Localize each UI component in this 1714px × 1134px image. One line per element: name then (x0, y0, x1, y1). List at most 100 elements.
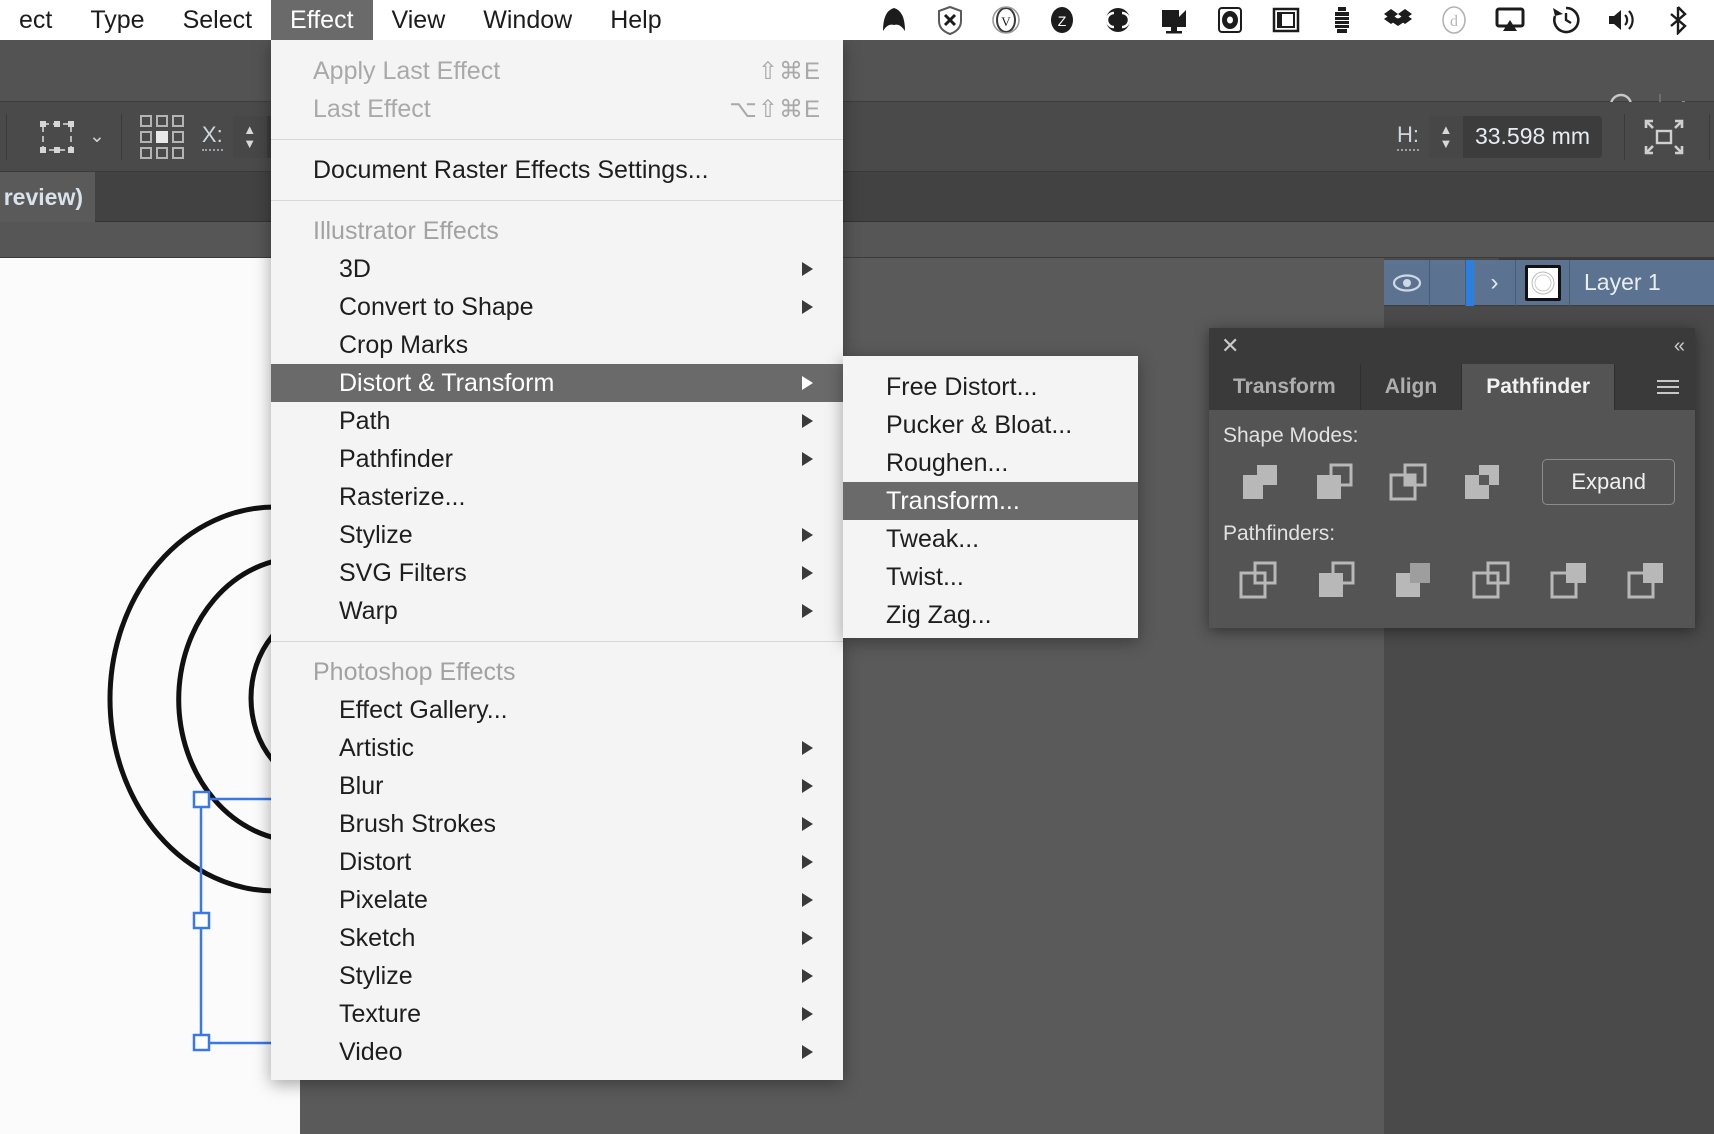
align-to-selection-icon[interactable] (1629, 117, 1699, 157)
close-icon[interactable]: ✕ (1221, 335, 1239, 357)
chevron-down-icon[interactable]: ▼ (243, 137, 256, 150)
airplay-icon[interactable] (1482, 0, 1538, 40)
reference-point-selector[interactable] (139, 114, 184, 159)
submenu-item-twist[interactable]: Twist... (843, 558, 1138, 596)
disc-icon[interactable] (1202, 0, 1258, 40)
chevron-down-icon[interactable]: ▼ (1440, 137, 1453, 150)
pathfinder-panel[interactable]: ✕ « Transform Align Pathfinder Shape Mod… (1209, 328, 1695, 628)
stepper-arrows[interactable]: ▲ ▼ (232, 115, 267, 158)
menubar-item-view[interactable]: View (373, 0, 465, 40)
shield-x-icon[interactable] (922, 0, 978, 40)
menu-item-label: Texture (339, 999, 421, 1028)
table-row[interactable]: › Layer 1 (1384, 259, 1714, 306)
menubar-item-help[interactable]: Help (591, 0, 680, 40)
layer-lock-toggle[interactable] (1430, 259, 1466, 306)
menu-item-effect-gallery[interactable]: Effect Gallery... (271, 691, 843, 729)
volume-icon[interactable] (1594, 0, 1650, 40)
layer-thumb-art (1531, 271, 1554, 294)
menu-item-texture[interactable]: Texture (271, 995, 843, 1033)
circle-bolt-icon[interactable]: Z (1034, 0, 1090, 40)
menubar-item-effect[interactable]: Effect (271, 0, 373, 40)
panel-menu-icon[interactable] (1641, 364, 1695, 410)
submenu-arrow-icon (802, 528, 813, 542)
menu-item-path[interactable]: Path (271, 402, 843, 440)
chevron-right-icon[interactable]: › (1474, 259, 1516, 306)
menu-item-document-raster-effects-settings[interactable]: Document Raster Effects Settings... (271, 151, 843, 189)
menu-item-pixelate[interactable]: Pixelate (271, 881, 843, 919)
document-tabstrip: review) (0, 172, 1714, 222)
layer-thumbnail[interactable] (1516, 259, 1570, 306)
flame-icon[interactable] (866, 0, 922, 40)
menu-item-artistic[interactable]: Artistic (271, 729, 843, 767)
menu-separator (271, 139, 843, 140)
menu-item-stylize-illustrator[interactable]: Stylize (271, 516, 843, 554)
tab-align[interactable]: Align (1360, 364, 1463, 410)
chevron-up-icon[interactable]: ▲ (243, 123, 256, 136)
distort-and-transform-submenu[interactable]: Free Distort... Pucker & Bloat... Roughe… (843, 356, 1138, 638)
outline-icon[interactable] (1530, 554, 1608, 606)
menubar-item-object[interactable]: ect (0, 0, 71, 40)
menu-item-stylize-photoshop[interactable]: Stylize (271, 957, 843, 995)
tab-pathfinder[interactable]: Pathfinder (1462, 364, 1616, 410)
menu-item-distort[interactable]: Distort (271, 843, 843, 881)
menu-item-label: Artistic (339, 733, 414, 762)
display-arrow-icon[interactable] (1146, 0, 1202, 40)
menu-item-rasterize[interactable]: Rasterize... (271, 478, 843, 516)
window-frame-icon[interactable] (1258, 0, 1314, 40)
submenu-arrow-icon (802, 817, 813, 831)
menu-item-video[interactable]: Video (271, 1033, 843, 1071)
menu-item-blur[interactable]: Blur (271, 767, 843, 805)
dropbox-icon[interactable] (1370, 0, 1426, 40)
document-tab[interactable]: review) (0, 172, 95, 222)
chevron-down-icon[interactable]: ⌄ (89, 125, 105, 148)
menubar-items: ect Type Select Effect View Window Help (0, 0, 681, 40)
time-machine-icon[interactable] (1538, 0, 1594, 40)
h-input[interactable]: 33.598 mm (1462, 115, 1602, 158)
menu-item-pathfinder[interactable]: Pathfinder (271, 440, 843, 478)
submenu-item-zig-zag[interactable]: Zig Zag... (843, 596, 1138, 634)
divide-icon[interactable] (1219, 554, 1297, 606)
layer-visibility-toggle[interactable] (1384, 259, 1430, 306)
submenu-item-roughen[interactable]: Roughen... (843, 444, 1138, 482)
menu-item-3d[interactable]: 3D (271, 250, 843, 288)
crop-icon[interactable] (1452, 554, 1530, 606)
menu-item-brush-strokes[interactable]: Brush Strokes (271, 805, 843, 843)
trim-icon[interactable] (1297, 554, 1375, 606)
h-dimension-stepper[interactable]: ▲ ▼ 33.598 mm (1428, 115, 1602, 158)
menu-item-label: Blur (339, 771, 384, 800)
menubar-item-select[interactable]: Select (164, 0, 271, 40)
exclude-icon[interactable] (1445, 456, 1519, 508)
menubar-item-type[interactable]: Type (71, 0, 163, 40)
menu-item-warp[interactable]: Warp (271, 592, 843, 630)
menu-section-illustrator-effects: Illustrator Effects (313, 216, 499, 245)
menu-item-label: Distort (339, 847, 412, 876)
submenu-item-pucker-and-bloat[interactable]: Pucker & Bloat... (843, 406, 1138, 444)
chevron-up-icon[interactable]: ▲ (1440, 123, 1453, 136)
intersect-icon[interactable] (1371, 456, 1445, 508)
submenu-item-free-distort[interactable]: Free Distort... (843, 368, 1138, 406)
expand-button[interactable]: Expand (1542, 459, 1675, 505)
submenu-item-tweak[interactable]: Tweak... (843, 520, 1138, 558)
d-letter-icon[interactable]: d (1426, 0, 1482, 40)
battery-stack-icon[interactable] (1314, 0, 1370, 40)
menu-item-convert-to-shape[interactable]: Convert to Shape (271, 288, 843, 326)
minus-front-icon[interactable] (1297, 456, 1371, 508)
menubar-item-window[interactable]: Window (464, 0, 591, 40)
minus-back-icon[interactable] (1607, 554, 1685, 606)
double-chevron-icon[interactable]: « (1674, 335, 1685, 358)
effect-menu-dropdown[interactable]: Apply Last Effect ⇧⌘E Last Effect ⌥⇧⌘E D… (271, 40, 843, 1080)
vpn-icon[interactable]: V (978, 0, 1034, 40)
bluetooth-icon[interactable] (1650, 0, 1706, 40)
submenu-item-transform[interactable]: Transform... (843, 482, 1138, 520)
merge-icon[interactable] (1374, 554, 1452, 606)
stepper-arrows[interactable]: ▲ ▼ (1428, 115, 1463, 158)
menu-item-sketch[interactable]: Sketch (271, 919, 843, 957)
menu-item-distort-and-transform[interactable]: Distort & Transform (271, 364, 843, 402)
menu-item-crop-marks[interactable]: Crop Marks (271, 326, 843, 364)
macos-menubar: ect Type Select Effect View Window Help … (0, 0, 1714, 40)
menu-item-svg-filters[interactable]: SVG Filters (271, 554, 843, 592)
artboard-tool-dropdown[interactable]: ⌄ (37, 117, 105, 157)
creative-cloud-icon[interactable] (1090, 0, 1146, 40)
tab-transform[interactable]: Transform (1209, 364, 1361, 410)
unite-icon[interactable] (1223, 456, 1297, 508)
